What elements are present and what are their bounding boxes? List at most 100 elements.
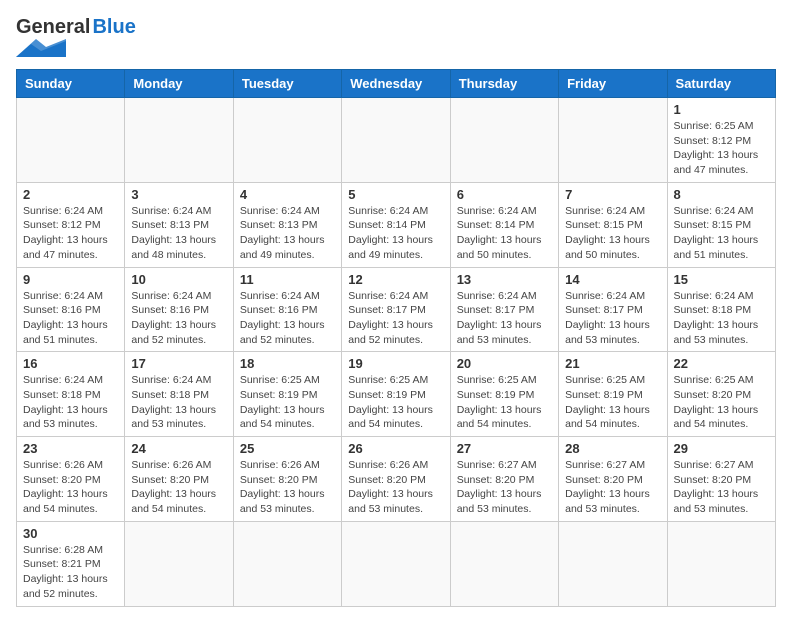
day-info: Sunrise: 6:24 AMSunset: 8:18 PMDaylight:… xyxy=(674,289,769,348)
day-number: 18 xyxy=(240,356,335,371)
calendar-cell: 25 Sunrise: 6:26 AMSunset: 8:20 PMDayligh… xyxy=(233,437,341,522)
calendar-cell: 20Sunrise: 6:25 AMSunset: 8:19 PMDayligh… xyxy=(450,352,558,437)
day-number: 29 xyxy=(674,441,769,456)
calendar-cell xyxy=(559,521,667,606)
weekday-header-sunday: Sunday xyxy=(17,70,125,98)
day-info: Sunrise: 6:27 AMSunset: 8:20 PMDaylight:… xyxy=(674,458,769,517)
calendar-cell xyxy=(233,521,341,606)
week-row: 23Sunrise: 6:26 AMSunset: 8:20 PMDayligh… xyxy=(17,437,776,522)
calendar-cell: 4 Sunrise: 6:24 AMSunset: 8:13 PMDaylight… xyxy=(233,182,341,267)
day-info: Sunrise: 6:24 AMSunset: 8:13 PMDaylight:… xyxy=(240,204,335,263)
calendar-cell xyxy=(125,521,233,606)
day-info: Sunrise: 6:25 AMSunset: 8:19 PMDaylight:… xyxy=(457,373,552,432)
day-number: 9 xyxy=(23,272,118,287)
day-number: 6 xyxy=(457,187,552,202)
day-number: 17 xyxy=(131,356,226,371)
calendar-cell: 17Sunrise: 6:24 AMSunset: 8:18 PMDayligh… xyxy=(125,352,233,437)
day-info: Sunrise: 6:24 AMSunset: 8:17 PMDaylight:… xyxy=(348,289,443,348)
day-number: 4 xyxy=(240,187,335,202)
day-number: 3 xyxy=(131,187,226,202)
day-info: Sunrise: 6:24 AMSunset: 8:17 PMDaylight:… xyxy=(565,289,660,348)
calendar-cell: 29 Sunrise: 6:27 AMSunset: 8:20 PMDayligh… xyxy=(667,437,775,522)
calendar-cell: 10Sunrise: 6:24 AMSunset: 8:16 PMDayligh… xyxy=(125,267,233,352)
day-info: Sunrise: 6:26 AMSunset: 8:20 PMDaylight:… xyxy=(23,458,118,517)
calendar-cell: 26 Sunrise: 6:26 AMSunset: 8:20 PMDayligh… xyxy=(342,437,450,522)
calendar-cell xyxy=(125,98,233,183)
weekday-header-tuesday: Tuesday xyxy=(233,70,341,98)
calendar-cell: 3Sunrise: 6:24 AMSunset: 8:13 PMDaylight… xyxy=(125,182,233,267)
calendar-cell: 28Sunrise: 6:27 AMSunset: 8:20 PMDayligh… xyxy=(559,437,667,522)
calendar-cell: 9 Sunrise: 6:24 AMSunset: 8:16 PMDaylight… xyxy=(17,267,125,352)
day-number: 26 xyxy=(348,441,443,456)
week-row: 30 Sunrise: 6:28 AMSunset: 8:21 PMDayligh… xyxy=(17,521,776,606)
calendar-cell xyxy=(450,521,558,606)
day-info: Sunrise: 6:24 AMSunset: 8:16 PMDaylight:… xyxy=(131,289,226,348)
calendar-wrapper: General Blue SundayMondayTuesdayWednesda… xyxy=(0,0,792,623)
calendar-cell: 19 Sunrise: 6:25 AMSunset: 8:19 PMDayligh… xyxy=(342,352,450,437)
day-number: 7 xyxy=(565,187,660,202)
calendar-cell xyxy=(342,98,450,183)
day-number: 1 xyxy=(674,102,769,117)
calendar-cell: 6 Sunrise: 6:24 AMSunset: 8:14 PMDaylight… xyxy=(450,182,558,267)
calendar-cell: 8 Sunrise: 6:24 AMSunset: 8:15 PMDaylight… xyxy=(667,182,775,267)
week-row: 16Sunrise: 6:24 AMSunset: 8:18 PMDayligh… xyxy=(17,352,776,437)
weekday-header-thursday: Thursday xyxy=(450,70,558,98)
calendar-cell xyxy=(233,98,341,183)
calendar-cell: 1 Sunrise: 6:25 AMSunset: 8:12 PMDaylight… xyxy=(667,98,775,183)
logo: General Blue xyxy=(16,16,136,57)
day-info: Sunrise: 6:28 AMSunset: 8:21 PMDaylight:… xyxy=(23,543,118,602)
calendar-cell xyxy=(450,98,558,183)
day-info: Sunrise: 6:25 AMSunset: 8:19 PMDaylight:… xyxy=(565,373,660,432)
day-number: 5 xyxy=(348,187,443,202)
calendar-cell xyxy=(342,521,450,606)
day-number: 16 xyxy=(23,356,118,371)
day-number: 15 xyxy=(674,272,769,287)
day-number: 14 xyxy=(565,272,660,287)
week-row: 1 Sunrise: 6:25 AMSunset: 8:12 PMDaylight… xyxy=(17,98,776,183)
day-info: Sunrise: 6:24 AMSunset: 8:15 PMDaylight:… xyxy=(674,204,769,263)
day-info: Sunrise: 6:25 AMSunset: 8:19 PMDaylight:… xyxy=(348,373,443,432)
day-info: Sunrise: 6:24 AMSunset: 8:16 PMDaylight:… xyxy=(23,289,118,348)
day-info: Sunrise: 6:26 AMSunset: 8:20 PMDaylight:… xyxy=(240,458,335,517)
calendar-cell xyxy=(667,521,775,606)
weekday-header-monday: Monday xyxy=(125,70,233,98)
day-info: Sunrise: 6:24 AMSunset: 8:16 PMDaylight:… xyxy=(240,289,335,348)
week-row: 2Sunrise: 6:24 AMSunset: 8:12 PMDaylight… xyxy=(17,182,776,267)
calendar-cell: 27Sunrise: 6:27 AMSunset: 8:20 PMDayligh… xyxy=(450,437,558,522)
weekday-header-saturday: Saturday xyxy=(667,70,775,98)
logo-blue-text: Blue xyxy=(92,16,135,39)
day-number: 28 xyxy=(565,441,660,456)
day-info: Sunrise: 6:26 AMSunset: 8:20 PMDaylight:… xyxy=(348,458,443,517)
day-number: 22 xyxy=(674,356,769,371)
calendar-cell: 5Sunrise: 6:24 AMSunset: 8:14 PMDaylight… xyxy=(342,182,450,267)
weekday-header-row: SundayMondayTuesdayWednesdayThursdayFrid… xyxy=(17,70,776,98)
week-row: 9 Sunrise: 6:24 AMSunset: 8:16 PMDaylight… xyxy=(17,267,776,352)
calendar-cell: 15 Sunrise: 6:24 AMSunset: 8:18 PMDayligh… xyxy=(667,267,775,352)
day-number: 11 xyxy=(240,272,335,287)
day-number: 25 xyxy=(240,441,335,456)
calendar-cell: 2Sunrise: 6:24 AMSunset: 8:12 PMDaylight… xyxy=(17,182,125,267)
calendar-cell: 12Sunrise: 6:24 AMSunset: 8:17 PMDayligh… xyxy=(342,267,450,352)
weekday-header-wednesday: Wednesday xyxy=(342,70,450,98)
day-info: Sunrise: 6:25 AMSunset: 8:12 PMDaylight:… xyxy=(674,119,769,178)
calendar-cell xyxy=(17,98,125,183)
day-number: 30 xyxy=(23,526,118,541)
header: General Blue xyxy=(16,16,776,57)
calendar-cell: 24Sunrise: 6:26 AMSunset: 8:20 PMDayligh… xyxy=(125,437,233,522)
calendar-cell xyxy=(559,98,667,183)
day-info: Sunrise: 6:24 AMSunset: 8:17 PMDaylight:… xyxy=(457,289,552,348)
calendar-cell: 22 Sunrise: 6:25 AMSunset: 8:20 PMDayligh… xyxy=(667,352,775,437)
calendar-cell: 11 Sunrise: 6:24 AMSunset: 8:16 PMDayligh… xyxy=(233,267,341,352)
calendar-cell: 23Sunrise: 6:26 AMSunset: 8:20 PMDayligh… xyxy=(17,437,125,522)
calendar-cell: 30 Sunrise: 6:28 AMSunset: 8:21 PMDayligh… xyxy=(17,521,125,606)
calendar-cell: 14 Sunrise: 6:24 AMSunset: 8:17 PMDayligh… xyxy=(559,267,667,352)
day-number: 19 xyxy=(348,356,443,371)
day-info: Sunrise: 6:26 AMSunset: 8:20 PMDaylight:… xyxy=(131,458,226,517)
day-info: Sunrise: 6:24 AMSunset: 8:14 PMDaylight:… xyxy=(457,204,552,263)
calendar-cell: 18Sunrise: 6:25 AMSunset: 8:19 PMDayligh… xyxy=(233,352,341,437)
calendar-cell: 13Sunrise: 6:24 AMSunset: 8:17 PMDayligh… xyxy=(450,267,558,352)
day-info: Sunrise: 6:25 AMSunset: 8:20 PMDaylight:… xyxy=(674,373,769,432)
day-number: 8 xyxy=(674,187,769,202)
day-number: 27 xyxy=(457,441,552,456)
calendar-table: SundayMondayTuesdayWednesdayThursdayFrid… xyxy=(16,69,776,607)
